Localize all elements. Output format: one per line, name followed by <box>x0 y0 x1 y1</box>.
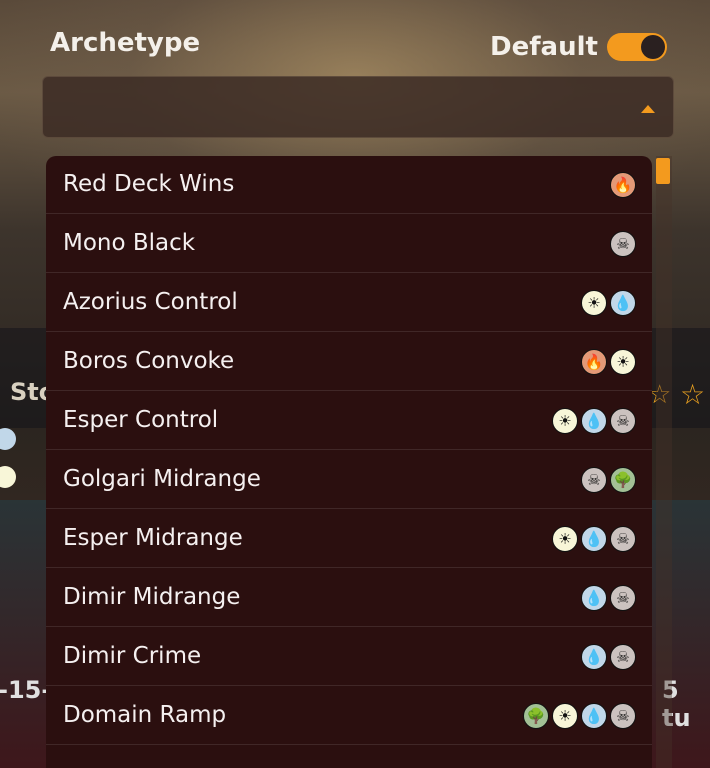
archetype-option[interactable]: Esper Control ☀ 💧 ☠ <box>46 392 652 450</box>
black-mana-icon: ☠ <box>610 585 636 611</box>
mana-symbols: 🔥 <box>610 172 636 198</box>
black-mana-icon: ☠ <box>610 703 636 729</box>
mana-symbols: ☀ 💧 <box>581 290 636 316</box>
mana-symbols: 🔥 ☀ <box>581 349 636 375</box>
archetype-option-label: Dimir Crime <box>63 643 202 669</box>
archetype-option-label: Azorius Control <box>63 289 238 315</box>
scrollbar-thumb[interactable] <box>656 158 670 184</box>
black-mana-icon: ☠ <box>610 644 636 670</box>
black-mana-icon: ☠ <box>610 231 636 257</box>
archetype-option[interactable]: Golgari Midrange ☠ 🌳 <box>46 451 652 509</box>
scrollbar-track[interactable] <box>656 156 672 768</box>
mana-symbols: ☠ 🌳 <box>581 467 636 493</box>
toggle-knob <box>641 35 665 59</box>
background-white-mana-icon <box>0 466 16 488</box>
default-toggle[interactable] <box>607 33 667 61</box>
red-mana-icon: 🔥 <box>610 172 636 198</box>
default-label: Default <box>490 32 598 62</box>
blue-mana-icon: 💧 <box>581 408 607 434</box>
red-mana-icon: 🔥 <box>581 349 607 375</box>
archetype-select[interactable] <box>42 76 674 138</box>
black-mana-icon: ☠ <box>581 467 607 493</box>
archetype-option[interactable]: Dimir Midrange 💧 ☠ <box>46 569 652 627</box>
black-mana-icon: ☠ <box>610 408 636 434</box>
mana-symbols: 💧 ☠ <box>581 585 636 611</box>
mana-symbols: ☀ 💧 ☠ <box>552 526 636 552</box>
background-star-icon: ☆ <box>680 378 706 411</box>
mana-symbols: ☠ <box>610 231 636 257</box>
caret-up-icon <box>641 105 655 113</box>
green-mana-icon: 🌳 <box>610 467 636 493</box>
archetype-option-label: Golgari Midrange <box>63 466 261 492</box>
white-mana-icon: ☀ <box>610 349 636 375</box>
mana-symbols: 🌳 ☀ 💧 ☠ <box>523 703 636 729</box>
background-blue-mana-icon <box>0 428 16 450</box>
archetype-option[interactable]: Mono Black ☠ <box>46 215 652 273</box>
white-mana-icon: ☀ <box>552 408 578 434</box>
archetype-dropdown: Red Deck Wins 🔥 Mono Black ☠ Azorius Control… <box>46 156 652 768</box>
archetype-option-label: Red Deck Wins <box>63 171 235 197</box>
green-mana-icon: 🌳 <box>523 703 549 729</box>
blue-mana-icon: 💧 <box>610 290 636 316</box>
blue-mana-icon: 💧 <box>581 585 607 611</box>
white-mana-icon: ☀ <box>581 290 607 316</box>
white-mana-icon: ☀ <box>552 703 578 729</box>
mana-symbols: ☀ 💧 ☠ <box>552 408 636 434</box>
blue-mana-icon: 💧 <box>581 644 607 670</box>
archetype-option[interactable]: Domain Ramp 🌳 ☀ 💧 ☠ <box>46 687 652 745</box>
archetype-option-label: Boros Convoke <box>63 348 235 374</box>
archetype-label: Archetype <box>50 28 201 58</box>
archetype-option[interactable]: Red Deck Wins 🔥 <box>46 156 652 214</box>
mana-symbols: 💧 ☠ <box>581 644 636 670</box>
archetype-option[interactable]: Boros Convoke 🔥 ☀ <box>46 333 652 391</box>
archetype-option-label: Mono Black <box>63 230 196 256</box>
archetype-option-label: Domain Ramp <box>63 702 227 728</box>
archetype-option[interactable]: Esper Midrange ☀ 💧 ☠ <box>46 510 652 568</box>
archetype-option[interactable]: Dimir Crime 💧 ☠ <box>46 628 652 686</box>
background-left-date: -15- <box>0 676 52 704</box>
black-mana-icon: ☠ <box>610 526 636 552</box>
archetype-option-label: Esper Control <box>63 407 219 433</box>
archetype-option-label: Esper Midrange <box>63 525 243 551</box>
archetype-option[interactable]: Azorius Control ☀ 💧 <box>46 274 652 332</box>
blue-mana-icon: 💧 <box>581 526 607 552</box>
white-mana-icon: ☀ <box>552 526 578 552</box>
archetype-option-label: Dimir Midrange <box>63 584 241 610</box>
blue-mana-icon: 💧 <box>581 703 607 729</box>
